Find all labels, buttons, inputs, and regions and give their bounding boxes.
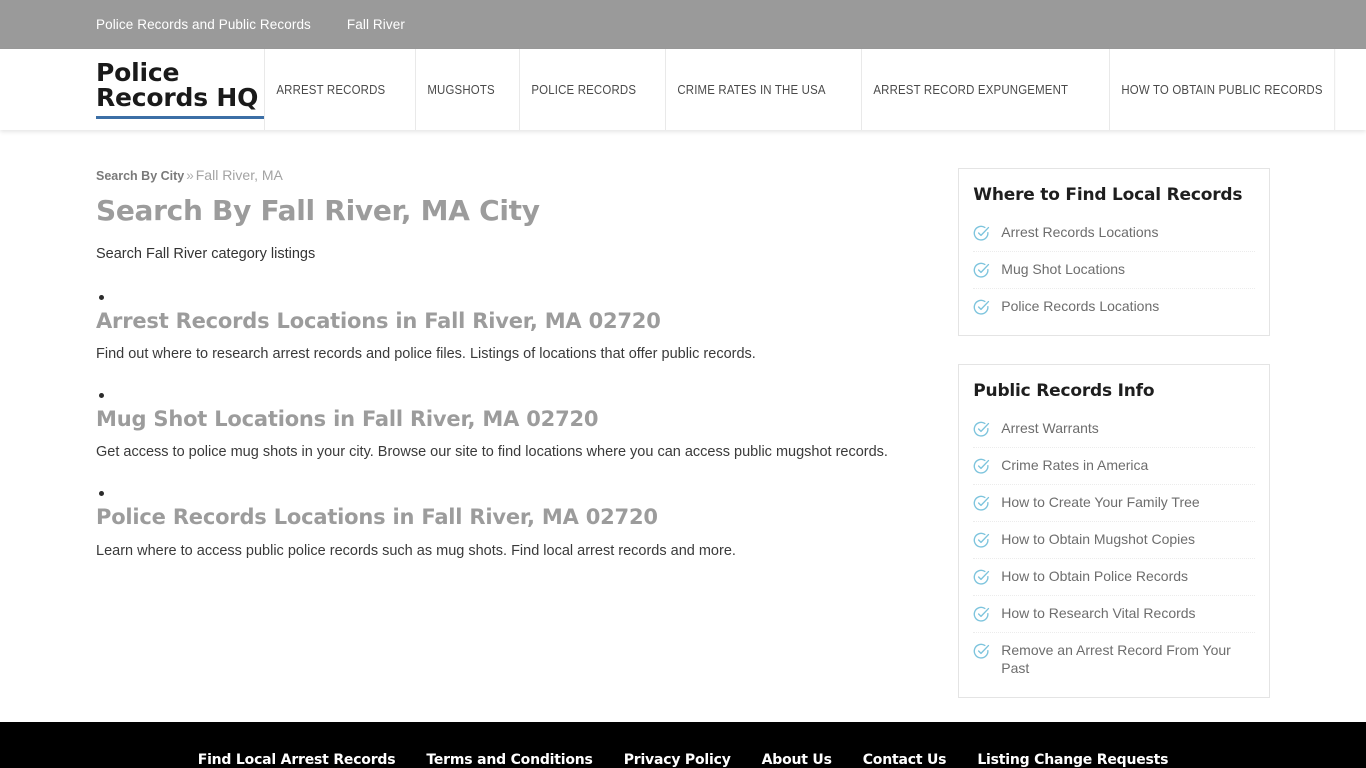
- widget-public-records-info: Public Records Info Arrest Warrants Crim…: [958, 364, 1270, 698]
- listing-description: Find out where to research arrest record…: [96, 345, 756, 362]
- list-item[interactable]: Arrest Warrants: [973, 411, 1255, 448]
- topbar-city-link[interactable]: Fall River: [347, 17, 405, 32]
- listing-entry: Mug Shot Locations in Fall River, MA 027…: [96, 393, 890, 462]
- listing-heading-link[interactable]: Police Records Locations in Fall River, …: [96, 505, 658, 529]
- list-item-label[interactable]: Arrest Records Locations: [1001, 224, 1158, 242]
- nav-item-mugshots[interactable]: MUGSHOTS: [415, 49, 506, 130]
- sidebar: Where to Find Local Records Arrest Recor…: [958, 130, 1270, 726]
- footer-link-contact-us[interactable]: Contact Us: [863, 752, 947, 768]
- check-circle-icon: [973, 421, 990, 438]
- breadcrumb-current: Fall River, MA: [195, 167, 283, 183]
- footer-link-listing-change-requests[interactable]: Listing Change Requests: [977, 752, 1168, 768]
- check-circle-icon: [973, 458, 990, 475]
- listing-heading-link[interactable]: Mug Shot Locations in Fall River, MA 027…: [96, 407, 599, 431]
- widget-list: Arrest Records Locations Mug Shot Locati…: [973, 215, 1255, 325]
- widget-where-to-find-local-records: Where to Find Local Records Arrest Recor…: [958, 168, 1270, 336]
- bullet-icon: [99, 294, 104, 300]
- list-item-label[interactable]: How to Research Vital Records: [1001, 605, 1195, 623]
- top-utility-bar: Police Records and Public Records Fall R…: [0, 0, 1366, 49]
- footer-link-privacy-policy[interactable]: Privacy Policy: [624, 752, 731, 768]
- list-item-label[interactable]: How to Obtain Police Records: [1001, 568, 1188, 586]
- list-item[interactable]: How to Obtain Police Records: [973, 559, 1255, 596]
- list-item[interactable]: Arrest Records Locations: [973, 215, 1255, 252]
- list-item-label[interactable]: Crime Rates in America: [1001, 457, 1148, 475]
- page-container: Search By City» Fall River, MA Search By …: [0, 130, 1366, 726]
- breadcrumb-separator: »: [186, 168, 194, 183]
- list-item-label[interactable]: Remove an Arrest Record From Your Past: [1001, 642, 1255, 678]
- list-item[interactable]: Police Records Locations: [973, 289, 1255, 325]
- topbar-tagline-link[interactable]: Police Records and Public Records: [96, 17, 311, 32]
- nav-item-how-to-obtain-public-records[interactable]: HOW TO OBTAIN PUBLIC RECORDS: [1109, 49, 1336, 130]
- check-circle-icon: [973, 606, 990, 623]
- list-item[interactable]: How to Obtain Mugshot Copies: [973, 522, 1255, 559]
- listing-heading: Police Records Locations in Fall River, …: [96, 505, 890, 529]
- nav-item-crime-rates-in-the-usa[interactable]: CRIME RATES IN THE USA: [665, 49, 837, 130]
- main-navigation: ARREST RECORDS MUGSHOTS POLICE RECORDS C…: [264, 49, 1366, 130]
- breadcrumb: Search By City» Fall River, MA: [96, 168, 890, 183]
- listing-heading: Mug Shot Locations in Fall River, MA 027…: [96, 407, 890, 431]
- site-footer: Find Local Arrest Records Terms and Cond…: [0, 722, 1366, 768]
- check-circle-icon: [973, 225, 990, 242]
- main-content: Search By City» Fall River, MA Search By …: [96, 130, 890, 726]
- listing-heading-link[interactable]: Arrest Records Locations in Fall River, …: [96, 309, 661, 333]
- nav-item-arrest-records[interactable]: ARREST RECORDS: [264, 49, 397, 130]
- check-circle-icon: [973, 532, 990, 549]
- breadcrumb-parent-link[interactable]: Search By City: [96, 169, 184, 183]
- list-item[interactable]: Mug Shot Locations: [973, 252, 1255, 289]
- widget-title: Public Records Info: [973, 381, 1155, 401]
- listing-heading: Arrest Records Locations in Fall River, …: [96, 309, 890, 333]
- widget-list: Arrest Warrants Crime Rates in America H…: [973, 411, 1255, 687]
- list-item[interactable]: Crime Rates in America: [973, 448, 1255, 485]
- check-circle-icon: [973, 262, 990, 279]
- check-circle-icon: [973, 299, 990, 316]
- footer-navigation: Find Local Arrest Records Terms and Cond…: [0, 722, 1366, 768]
- list-item-label[interactable]: Mug Shot Locations: [1001, 261, 1125, 279]
- footer-link-about-us[interactable]: About Us: [762, 752, 832, 768]
- list-item[interactable]: How to Research Vital Records: [973, 596, 1255, 633]
- listing-description: Get access to police mug shots in your c…: [96, 444, 888, 461]
- listing-entry: Arrest Records Locations in Fall River, …: [96, 294, 890, 364]
- check-circle-icon: [973, 569, 990, 586]
- footer-link-terms-and-conditions[interactable]: Terms and Conditions: [426, 752, 592, 768]
- page-intro-text: Search Fall River category listings: [96, 246, 316, 263]
- check-circle-icon: [973, 643, 990, 660]
- list-item-label[interactable]: Arrest Warrants: [1001, 420, 1099, 438]
- check-circle-icon: [973, 495, 990, 512]
- nav-item-police-records[interactable]: POLICE RECORDS: [519, 49, 648, 130]
- site-header: Police Records HQ ARREST RECORDS MUGSHOT…: [0, 49, 1366, 130]
- listing-entry: Police Records Locations in Fall River, …: [96, 491, 890, 560]
- site-logo[interactable]: Police Records HQ: [96, 60, 265, 119]
- bullet-icon: [99, 491, 104, 497]
- logo-container: Police Records HQ: [0, 49, 265, 130]
- page-title: Search By Fall River, MA City: [96, 193, 540, 227]
- list-item[interactable]: Remove an Arrest Record From Your Past: [973, 633, 1255, 687]
- list-item[interactable]: How to Create Your Family Tree: [973, 485, 1255, 522]
- bullet-icon: [99, 393, 104, 399]
- widget-title: Where to Find Local Records: [973, 185, 1243, 205]
- list-item-label[interactable]: How to Obtain Mugshot Copies: [1001, 531, 1195, 549]
- nav-item-arrest-record-expungement[interactable]: ARREST RECORD EXPUNGEMENT: [860, 49, 1080, 130]
- footer-link-find-local-arrest-records[interactable]: Find Local Arrest Records: [198, 752, 396, 768]
- listing-description: Learn where to access public police reco…: [96, 542, 736, 559]
- list-item-label[interactable]: How to Create Your Family Tree: [1001, 494, 1199, 512]
- list-item-label[interactable]: Police Records Locations: [1001, 298, 1159, 316]
